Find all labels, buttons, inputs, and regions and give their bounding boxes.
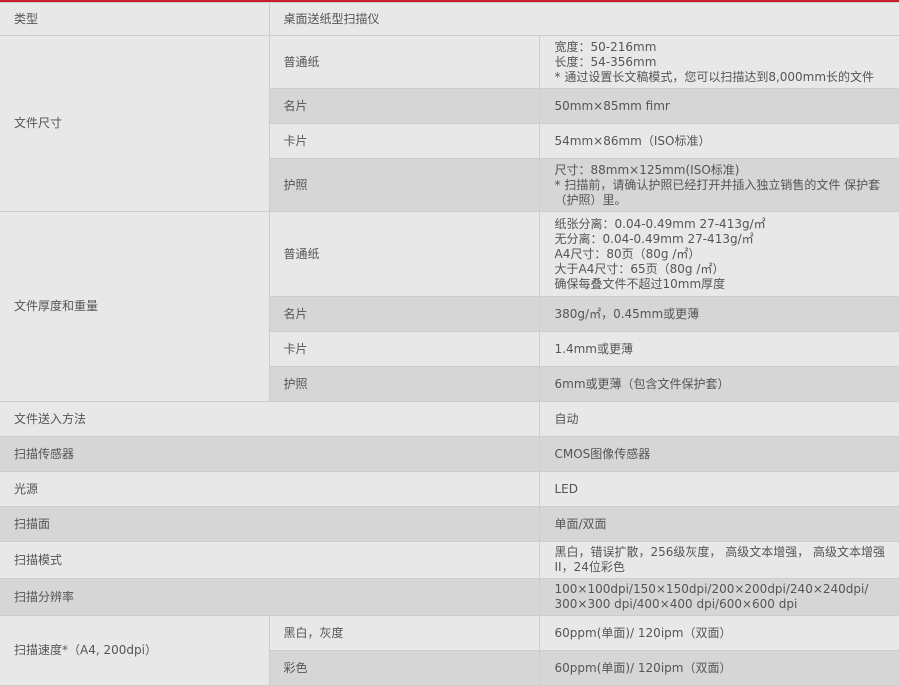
spec-label: 扫描面	[0, 506, 540, 542]
spec-sublabel: 名片	[268, 296, 540, 332]
spec-sublabel: 普通纸	[268, 35, 540, 89]
spec-value: 纸张分离：0.04-0.49mm 27-413g/㎡ 无分离：0.04-0.49…	[538, 211, 899, 297]
spec-value: 自动	[538, 401, 899, 437]
spec-table: 类型 桌面送纸型扫描仪 文件尺寸 普通纸 宽度：50-216mm 长度：54-3…	[0, 2, 899, 686]
spec-value: LED	[538, 471, 899, 507]
spec-label: 扫描分辨率	[0, 578, 540, 616]
spec-sublabel: 普通纸	[268, 211, 540, 297]
table-row: 光源 LED	[0, 471, 899, 507]
table-row: 扫描面 单面/双面	[0, 506, 899, 542]
spec-value: 60ppm(单面)/ 120ipm（双面）	[538, 650, 899, 686]
spec-label: 光源	[0, 471, 540, 507]
spec-value: 宽度：50-216mm 长度：54-356mm * 通过设置长文稿模式，您可以扫…	[538, 35, 899, 89]
table-row: 扫描分辨率 100×100dpi/150×150dpi/200×200dpi/2…	[0, 578, 899, 616]
spec-label: 文件厚度和重量	[0, 211, 270, 402]
table-row: 文件送入方法 自动	[0, 401, 899, 437]
table-row: 文件尺寸 普通纸 宽度：50-216mm 长度：54-356mm * 通过设置长…	[0, 35, 899, 212]
spec-label: 扫描速度*（A4, 200dpi）	[0, 615, 270, 686]
spec-sublabel: 卡片	[268, 331, 540, 367]
spec-sublabel: 护照	[268, 158, 540, 212]
table-row: 扫描模式 黑白，错误扩散，256级灰度， 高级文本增强， 高级文本增强II，24…	[0, 541, 899, 579]
spec-value: 单面/双面	[538, 506, 899, 542]
table-row: 文件厚度和重量 普通纸 纸张分离：0.04-0.49mm 27-413g/㎡ 无…	[0, 211, 899, 402]
table-row: 扫描传感器 CMOS图像传感器	[0, 436, 899, 472]
spec-value: 100×100dpi/150×150dpi/200×200dpi/240×240…	[538, 578, 899, 616]
spec-sublabel: 卡片	[268, 123, 540, 159]
spec-label: 扫描模式	[0, 541, 540, 579]
spec-value: 54mm×86mm（ISO标准）	[538, 123, 899, 159]
spec-label: 文件送入方法	[0, 401, 540, 437]
spec-value: 50mm×85mm fimr	[538, 88, 899, 124]
spec-value: 6mm或更薄（包含文件保护套）	[538, 366, 899, 402]
spec-value: 黑白，错误扩散，256级灰度， 高级文本增强， 高级文本增强II，24位彩色	[538, 541, 899, 579]
spec-value: 1.4mm或更薄	[538, 331, 899, 367]
spec-sublabel: 护照	[268, 366, 540, 402]
table-row: 类型 桌面送纸型扫描仪	[0, 2, 899, 36]
spec-label: 扫描传感器	[0, 436, 540, 472]
spec-label: 文件尺寸	[0, 35, 270, 212]
table-row: 扫描速度*（A4, 200dpi） 黑白，灰度 60ppm(单面)/ 120ip…	[0, 615, 899, 686]
spec-value: 尺寸：88mm×125mm(ISO标准) * 扫描前，请确认护照已经打开并插入独…	[538, 158, 899, 212]
spec-value: CMOS图像传感器	[538, 436, 899, 472]
spec-label: 类型	[0, 2, 270, 36]
spec-sublabel: 黑白，灰度	[268, 615, 540, 651]
spec-value: 380g/㎡，0.45mm或更薄	[538, 296, 899, 332]
spec-sublabel: 彩色	[268, 650, 540, 686]
spec-sublabel: 名片	[268, 88, 540, 124]
spec-value: 桌面送纸型扫描仪	[268, 2, 899, 36]
spec-value: 60ppm(单面)/ 120ipm（双面）	[538, 615, 899, 651]
